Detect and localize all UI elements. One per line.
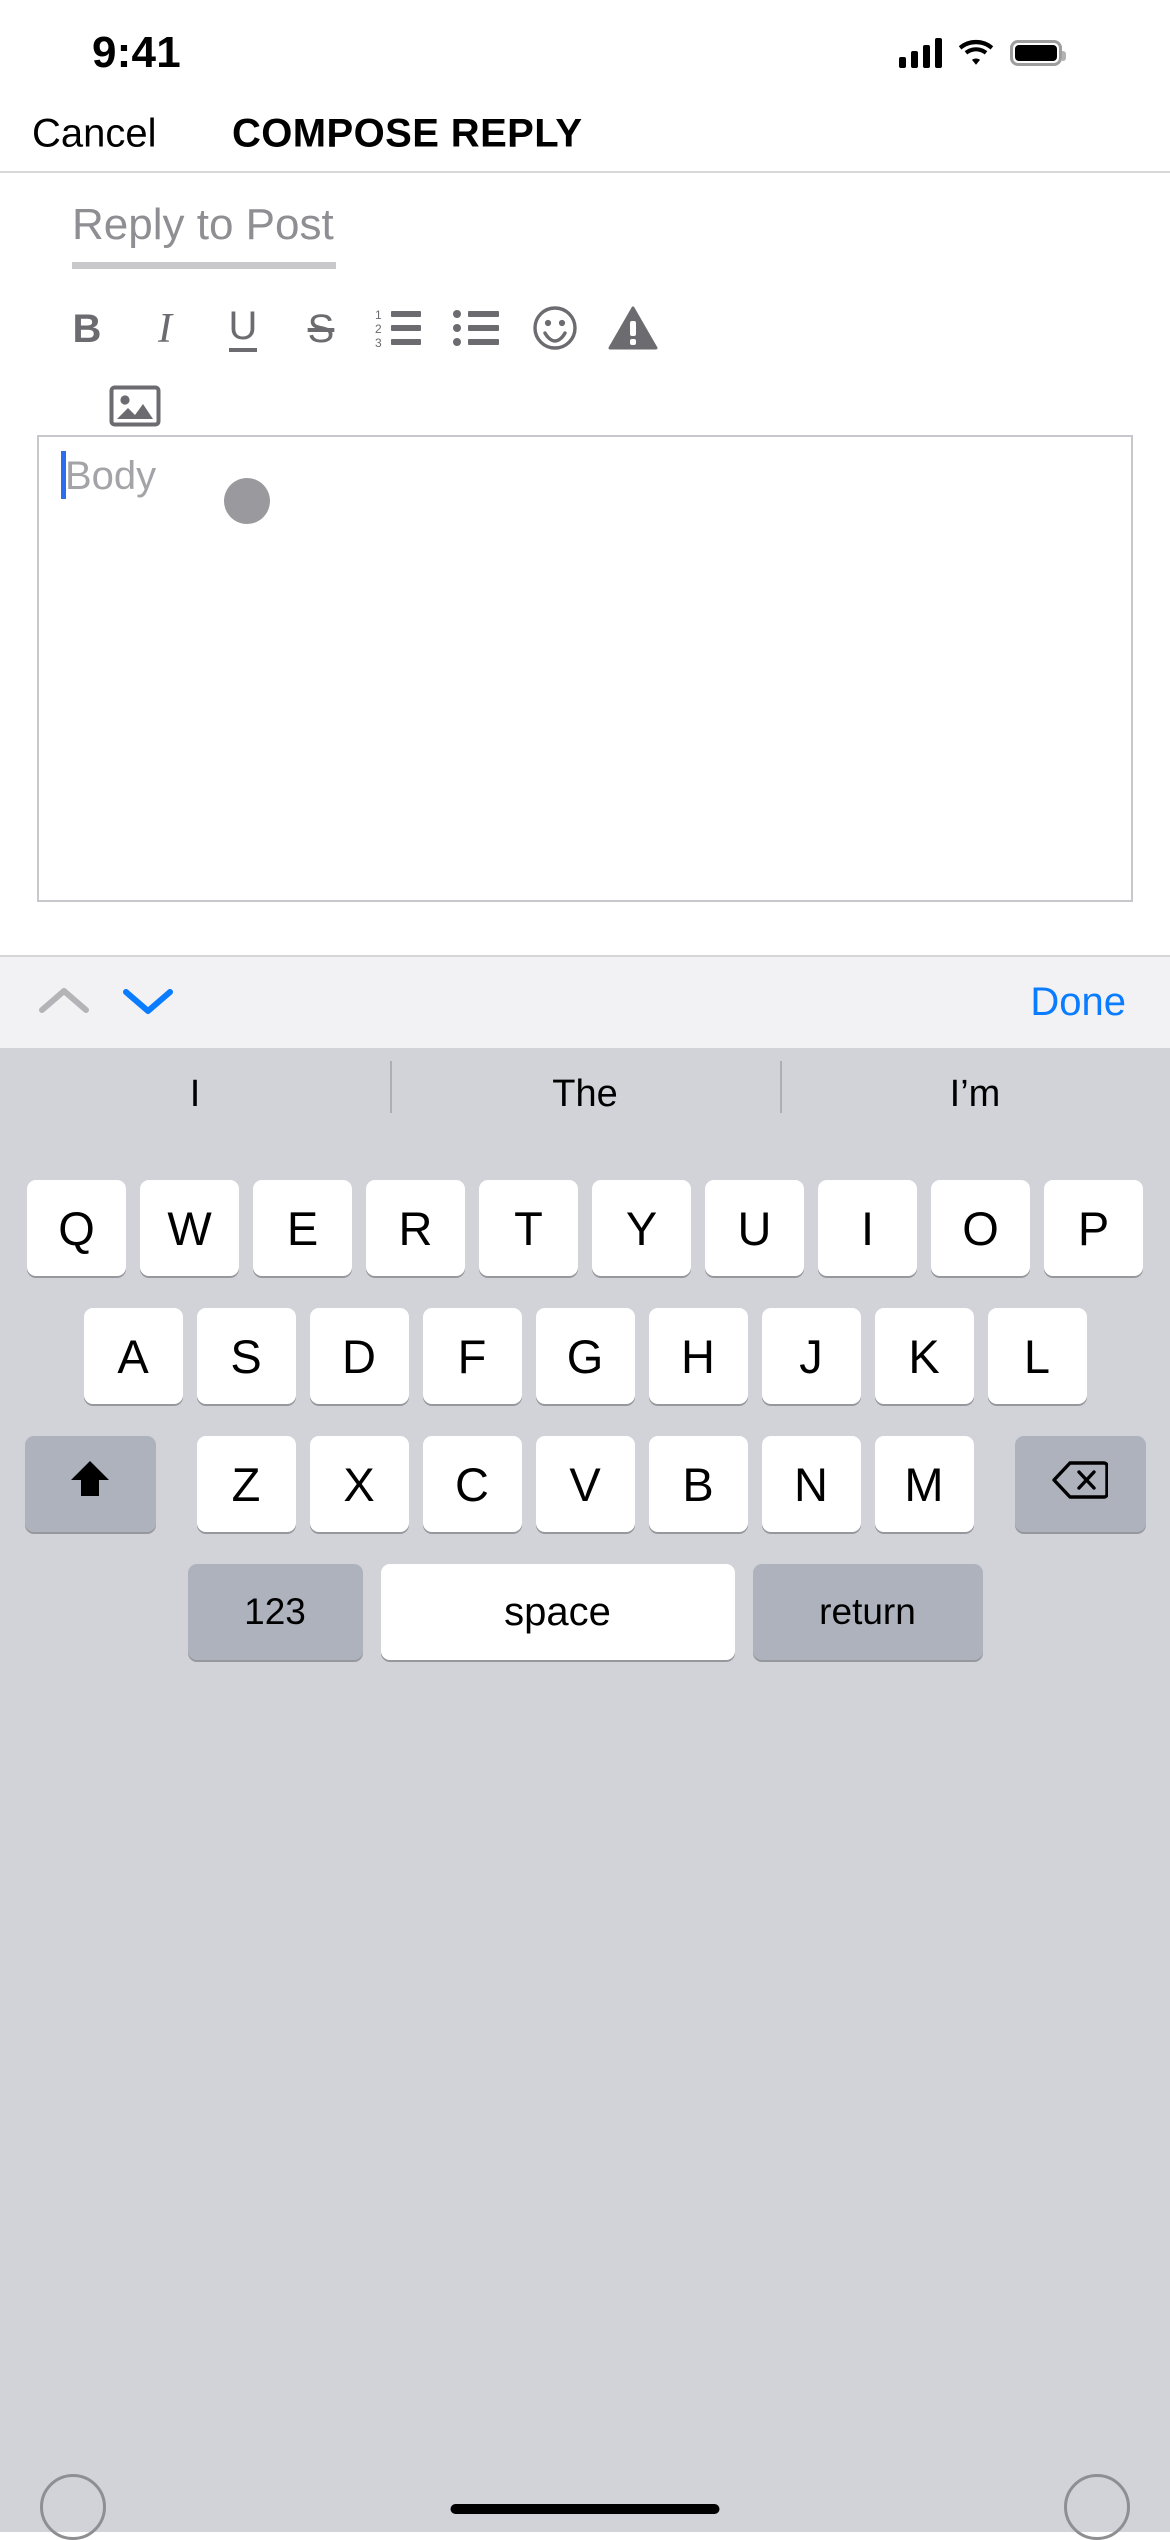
battery-icon (1010, 40, 1066, 66)
key-i[interactable]: I (818, 1180, 917, 1276)
numbered-list-button[interactable]: 1 2 3 (360, 290, 438, 368)
keyboard-accessory-bar: Done (0, 955, 1170, 1048)
numbers-key[interactable]: 123 (187, 1564, 363, 1660)
underline-icon: U (228, 306, 258, 352)
home-indicator (450, 2504, 720, 2514)
svg-text:2: 2 (375, 322, 382, 336)
smiley-icon (531, 304, 579, 355)
key-b[interactable]: B (648, 1436, 748, 1532)
strikethrough-button[interactable]: S (282, 290, 360, 368)
prev-field-button[interactable] (22, 961, 106, 1045)
body-placeholder: Body (65, 454, 157, 498)
italic-button[interactable]: I (126, 290, 204, 368)
status-bar: 9:41 (0, 0, 1170, 96)
key-w[interactable]: W (140, 1180, 239, 1276)
navigation-bar: Cancel COMPOSE REPLY (0, 96, 1170, 173)
title-underline (72, 262, 336, 269)
shift-icon (67, 1456, 113, 1513)
key-q[interactable]: Q (27, 1180, 126, 1276)
key-s[interactable]: S (196, 1308, 296, 1404)
numbered-list-icon: 1 2 3 (375, 306, 423, 353)
touch-indicator (224, 478, 270, 524)
svg-text:3: 3 (375, 336, 382, 350)
image-icon (109, 383, 161, 432)
key-t[interactable]: T (479, 1180, 578, 1276)
chevron-up-icon (38, 984, 90, 1021)
page-title: COMPOSE REPLY (232, 111, 583, 155)
key-u[interactable]: U (705, 1180, 804, 1276)
space-key[interactable]: space (380, 1564, 735, 1660)
keyboard-row-1: Q W E R T Y U I O P (0, 1180, 1170, 1276)
cellular-signal-icon (899, 38, 942, 68)
suggestion-1[interactable]: The (390, 1061, 780, 1116)
warning-triangle-icon (608, 305, 658, 354)
key-g[interactable]: G (535, 1308, 635, 1404)
keyboard-done-button[interactable]: Done (1030, 980, 1126, 1025)
status-time: 9:41 (92, 28, 181, 77)
microphone-icon[interactable] (1064, 2474, 1130, 2540)
keyboard-row-4: 123 space return (0, 1564, 1170, 1660)
key-o[interactable]: O (931, 1180, 1030, 1276)
strikethrough-icon: S (307, 306, 335, 351)
title-input[interactable]: Reply to Post (72, 200, 336, 264)
body-input[interactable]: Body (37, 435, 1133, 902)
backspace-key[interactable] (1014, 1436, 1146, 1532)
key-y[interactable]: Y (592, 1180, 691, 1276)
key-r[interactable]: R (366, 1180, 465, 1276)
key-e[interactable]: E (253, 1180, 352, 1276)
cancel-button[interactable]: Cancel (32, 111, 157, 156)
title-placeholder: Reply to Post (72, 200, 334, 249)
keyboard-row-2: A S D F G H J K L (0, 1308, 1170, 1404)
svg-text:1: 1 (375, 308, 382, 322)
key-x[interactable]: X (309, 1436, 409, 1532)
key-z[interactable]: Z (196, 1436, 296, 1532)
formatting-toolbar: B I U S 1 2 3 (0, 290, 1170, 450)
emoji-button[interactable] (516, 290, 594, 368)
key-h[interactable]: H (648, 1308, 748, 1404)
return-key[interactable]: return (752, 1564, 983, 1660)
key-v[interactable]: V (535, 1436, 635, 1532)
key-p[interactable]: P (1044, 1180, 1143, 1276)
key-a[interactable]: A (83, 1308, 183, 1404)
key-d[interactable]: D (309, 1308, 409, 1404)
wifi-icon (958, 39, 994, 67)
globe-icon[interactable] (40, 2474, 106, 2540)
bold-icon: B (72, 306, 102, 351)
status-indicators (899, 38, 1066, 68)
key-k[interactable]: K (874, 1308, 974, 1404)
keyboard-row-3: Z X C V B N M (0, 1436, 1170, 1532)
on-screen-keyboard: Q W E R T Y U I O P A S D F G H J K L Z … (0, 1141, 1170, 2540)
key-l[interactable]: L (987, 1308, 1087, 1404)
compose-form: Reply to Post B I U S 1 2 3 Body (0, 175, 1170, 935)
predictive-text-bar: I The I’m (0, 1048, 1170, 1141)
bold-button[interactable]: B (48, 290, 126, 368)
bullet-list-icon (453, 306, 501, 353)
chevron-down-icon (122, 984, 174, 1021)
backspace-icon (1052, 1457, 1109, 1512)
suggestion-0[interactable]: I (0, 1073, 390, 1116)
key-f[interactable]: F (422, 1308, 522, 1404)
warning-button[interactable] (594, 290, 672, 368)
next-field-button[interactable] (106, 961, 190, 1045)
suggestion-2[interactable]: I’m (780, 1061, 1170, 1116)
underline-button[interactable]: U (204, 290, 282, 368)
key-n[interactable]: N (761, 1436, 861, 1532)
bullet-list-button[interactable] (438, 290, 516, 368)
italic-icon: I (158, 306, 172, 352)
key-c[interactable]: C (422, 1436, 522, 1532)
key-m[interactable]: M (874, 1436, 974, 1532)
shift-key[interactable] (24, 1436, 156, 1532)
key-j[interactable]: J (761, 1308, 861, 1404)
